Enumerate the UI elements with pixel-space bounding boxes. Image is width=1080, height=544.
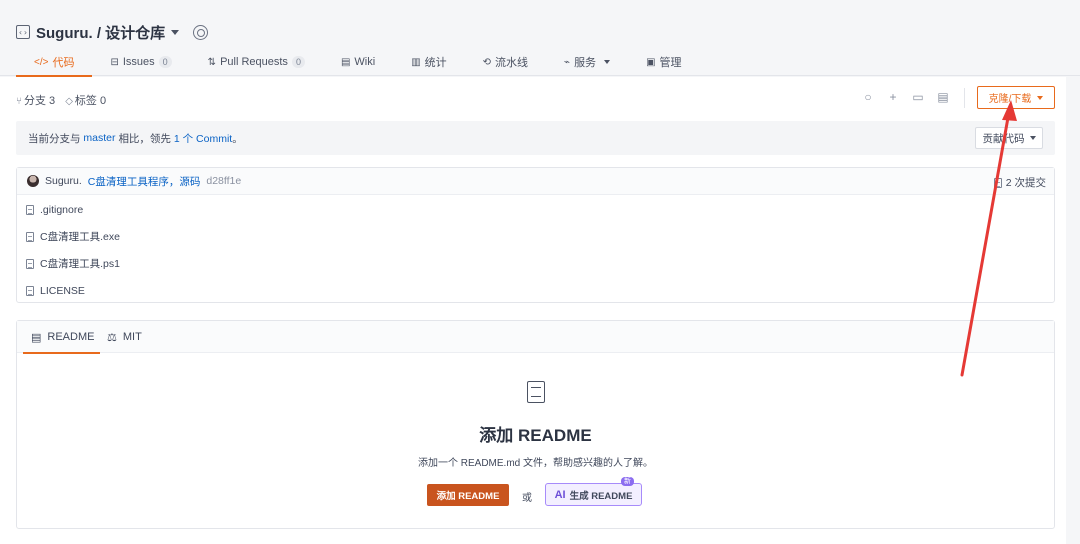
annotation-arrow-shaft xyxy=(960,110,1011,377)
annotation-arrow-head xyxy=(1002,100,1017,121)
annotation-arrow xyxy=(960,100,1017,377)
